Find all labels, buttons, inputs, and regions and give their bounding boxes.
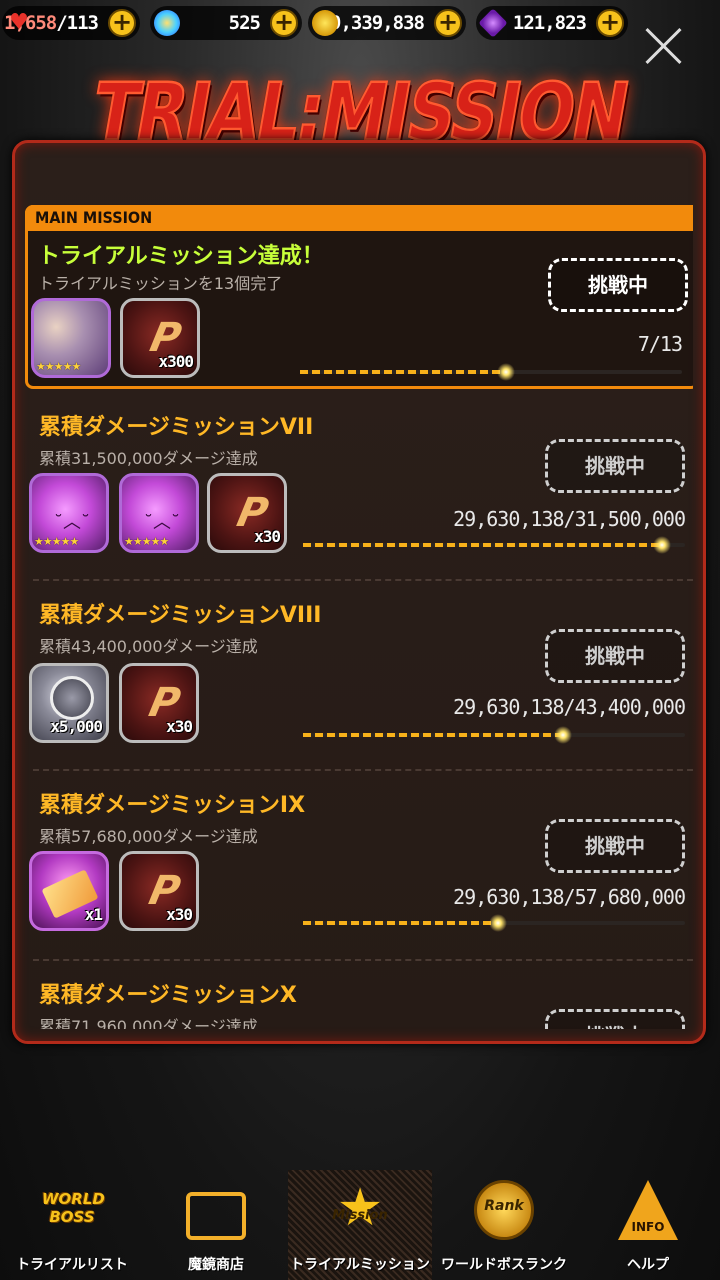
reward-character[interactable]: ★★★★★ <box>31 298 111 378</box>
silver-medal-icon <box>50 676 94 720</box>
progress-bar <box>300 363 682 381</box>
reward-quantity: x1 <box>84 905 103 924</box>
divider <box>33 959 693 961</box>
reward-slime[interactable]: ˘︿˘ ★★★★★ <box>29 473 109 553</box>
divider <box>33 579 693 581</box>
rank-icon-text: Rank <box>484 1198 524 1214</box>
reward-quantity: x300 <box>158 352 194 371</box>
tab-trial-mission[interactable]: ★ Mission トライアルミッション <box>288 1170 432 1280</box>
crystal-value: 121,823 <box>512 12 587 34</box>
progress-text: 7/13 <box>637 332 683 356</box>
challenge-button[interactable]: 挑戦中 <box>548 258 688 312</box>
purple-crystal-icon <box>478 8 508 38</box>
reward-quantity: x30 <box>254 527 281 546</box>
bottom-nav: WORLD BOSS トライアルリスト 魔鏡商店 ★ Mission トライアル… <box>0 1150 720 1280</box>
close-button[interactable] <box>642 24 686 68</box>
star-rating: ★★★★★ <box>36 360 81 373</box>
progress-text: 29,630,138/57,680,000 <box>453 885 686 909</box>
stamina-counter: ♥ 1,658 /113 + <box>2 6 140 40</box>
main-mission-card: MAIN MISSION トライアルミッション達成！ トライアルミッションを13… <box>25 205 693 389</box>
gem-icon <box>154 10 180 36</box>
reward-ticket[interactable]: Px30 <box>119 663 199 743</box>
mission-icon-text: Mission <box>332 1208 388 1223</box>
mission-description: 累積43,400,000ダメージ達成 <box>39 637 258 656</box>
add-crystal-button[interactable]: + <box>596 9 624 37</box>
heart-icon: ♥ <box>9 10 29 35</box>
mission-title: 累積ダメージミッションVIII <box>39 603 322 628</box>
gem-counter: 525 + <box>150 6 302 40</box>
progress-text: 29,630,138/31,500,000 <box>453 507 686 531</box>
mission-description: 累積31,500,000ダメージ達成 <box>39 449 258 468</box>
tab-label: トライアルミッション <box>290 1257 430 1273</box>
tab-label: ヘルプ <box>627 1257 669 1273</box>
mission-title: 累積ダメージミッションX <box>39 983 297 1008</box>
purple-slime-icon: ˘︿˘ <box>144 512 180 533</box>
reward-quantity: x5,000 <box>50 717 103 736</box>
add-gold-button[interactable]: + <box>434 9 462 37</box>
mission-title: 累積ダメージミッションVII <box>39 415 314 440</box>
mission-description: トライアルミッションを13個完了 <box>38 274 283 293</box>
reward-ticket[interactable]: Px30 <box>207 473 287 553</box>
challenge-button[interactable]: 挑戦中 <box>545 1009 685 1029</box>
info-icon-text: INFO <box>631 1220 665 1234</box>
star-rating: ★★★★★ <box>124 535 169 548</box>
progress-bar <box>303 726 685 744</box>
gold-coin-icon <box>312 10 338 36</box>
reward-quantity: x30 <box>166 717 193 736</box>
gift-box-icon <box>186 1192 246 1240</box>
main-mission-label: MAIN MISSION <box>25 205 693 231</box>
mission-panel: MAIN MISSION トライアルミッション達成！ トライアルミッションを13… <box>12 140 706 1044</box>
gold-counter: 19,339,838 + <box>308 6 466 40</box>
mission-title: 累積ダメージミッションIX <box>39 793 306 818</box>
resource-bar: ♥ 1,658 /113 + 525 + 19,339,838 + 121,82… <box>0 0 720 48</box>
tab-label: ワールドボスランク <box>441 1257 567 1273</box>
divider <box>33 769 693 771</box>
challenge-button[interactable]: 挑戦中 <box>545 439 685 493</box>
tab-label: 魔鏡商店 <box>188 1257 244 1273</box>
add-gems-button[interactable]: + <box>270 9 298 37</box>
reward-ticket[interactable]: P x300 <box>120 298 200 378</box>
world-boss-icon: WORLD BOSS <box>42 1190 105 1226</box>
star-rating: ★★★★★ <box>34 535 79 548</box>
tab-trial-list[interactable]: WORLD BOSS トライアルリスト <box>0 1170 144 1280</box>
challenge-button[interactable]: 挑戦中 <box>545 819 685 873</box>
progress-bar <box>303 536 685 554</box>
tab-help[interactable]: INFO ヘルプ <box>576 1170 720 1280</box>
crystal-counter: 121,823 + <box>476 6 628 40</box>
gem-value: 525 <box>228 12 261 34</box>
mission-title: トライアルミッション達成！ <box>38 244 324 269</box>
stamina-max: /113 <box>56 12 99 34</box>
reward-medal[interactable]: x5,000 <box>29 663 109 743</box>
progress-text: 29,630,138/43,400,000 <box>453 695 686 719</box>
reward-slime[interactable]: ˘︿˘ ★★★★★ <box>119 473 199 553</box>
reward-ticket[interactable]: Px30 <box>119 851 199 931</box>
tab-world-boss-rank[interactable]: Rank ワールドボスランク <box>432 1170 576 1280</box>
tab-label: トライアルリスト <box>16 1257 128 1273</box>
challenge-button[interactable]: 挑戦中 <box>545 629 685 683</box>
progress-bar <box>303 914 685 932</box>
tab-shop[interactable]: 魔鏡商店 <box>144 1170 288 1280</box>
mission-description: 累積71,960,000ダメージ達成 <box>39 1017 258 1029</box>
add-stamina-button[interactable]: + <box>108 9 136 37</box>
purple-slime-icon: ˘︿˘ <box>54 512 90 533</box>
mission-description: 累積57,680,000ダメージ達成 <box>39 827 258 846</box>
reward-quantity: x30 <box>166 905 193 924</box>
reward-gacha-ticket[interactable]: x1 <box>29 851 109 931</box>
mission-list[interactable]: MAIN MISSION トライアルミッション達成！ トライアルミッションを13… <box>25 153 693 1029</box>
